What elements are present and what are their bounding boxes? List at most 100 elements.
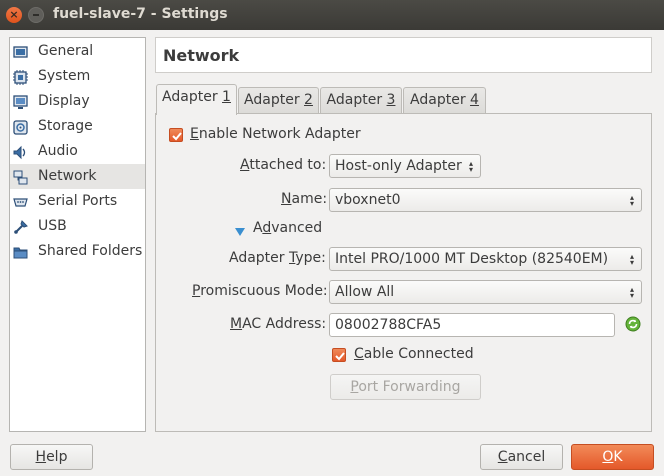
ok-button[interactable]: OK — [571, 444, 654, 470]
display-icon — [13, 94, 28, 109]
sidebar-item-label: Network — [38, 168, 97, 184]
select-value: Intel PRO/1000 MT Desktop (82540EM) — [335, 251, 609, 267]
sidebar-item-serial-ports[interactable]: Serial Ports — [10, 189, 145, 214]
tab-mnemonic: 4 — [470, 92, 479, 108]
label-text: ype: — [295, 250, 326, 266]
tab-adapter-2[interactable]: Adapter 2 — [238, 87, 319, 114]
mnemonic: N — [281, 191, 292, 207]
tab-label: Adapter — [162, 89, 223, 105]
help-button[interactable]: Help — [10, 444, 93, 470]
label-text: elp — [46, 449, 68, 465]
promiscuous-mode-select[interactable]: Allow All ▴ ▾ — [329, 280, 642, 304]
mnemonic: H — [35, 449, 47, 465]
mnemonic: P — [192, 283, 201, 299]
sidebar-item-shared-folders[interactable]: Shared Folders — [10, 239, 145, 264]
tab-mnemonic: 2 — [304, 92, 313, 108]
mac-address-label: MAC Address: — [230, 316, 326, 332]
sidebar-item-label: General — [38, 43, 94, 59]
checkmark-icon — [335, 352, 345, 361]
sidebar-item-system[interactable]: System — [10, 64, 145, 89]
tab-label: Adapter — [326, 92, 387, 108]
minimize-window-button[interactable] — [28, 7, 44, 23]
network-icon — [13, 169, 28, 185]
title-bar: × fuel-slave-7 - Settings — [0, 0, 664, 30]
enable-adapter-checkbox[interactable] — [169, 128, 183, 142]
label-text: K — [613, 449, 623, 465]
mac-address-field[interactable]: 08002788CFA5 — [329, 313, 615, 337]
label-text: nable Network Adapter — [198, 126, 361, 142]
mnemonic: E — [190, 126, 199, 142]
name-label: Name: — [281, 191, 327, 207]
mnemonic: d — [262, 220, 272, 236]
tab-mnemonic: 1 — [222, 89, 231, 105]
tab-adapter-3[interactable]: Adapter 3 — [320, 87, 402, 114]
spinner-icon: ▴ ▾ — [630, 252, 635, 267]
label-text: vanced — [271, 220, 323, 236]
sidebar-item-label: Serial Ports — [38, 193, 118, 209]
checkmark-icon — [172, 132, 182, 141]
sidebar-item-label: Shared Folders — [38, 243, 143, 259]
label-text: Adapter — [229, 250, 289, 266]
system-icon — [13, 69, 28, 85]
label-text: A — [253, 220, 263, 236]
tab-adapter-4[interactable]: Adapter 4 — [403, 87, 486, 114]
spinner-icon: ▴ ▾ — [630, 285, 635, 300]
port-forwarding-button[interactable]: Port Forwarding — [330, 374, 481, 400]
shared-folders-icon — [13, 244, 28, 259]
select-value: Host-only Adapter — [335, 158, 462, 174]
general-icon — [13, 44, 28, 59]
advanced-toggle[interactable]: Advanced — [253, 220, 322, 236]
expand-triangle-icon[interactable] — [235, 224, 245, 236]
label-text: romiscuous Mode: — [200, 283, 328, 299]
storage-icon — [13, 119, 28, 135]
label-text: ame: — [291, 191, 328, 207]
mnemonic: O — [602, 449, 614, 465]
sidebar-item-label: Storage — [38, 118, 93, 134]
tab-mnemonic: 3 — [386, 92, 396, 108]
sidebar-item-general[interactable]: General — [10, 39, 145, 64]
adapter-type-label: Adapter Type: — [229, 250, 326, 266]
mnemonic: C — [497, 449, 508, 465]
label-text: able Connected — [363, 346, 474, 362]
cancel-button[interactable]: Cancel — [480, 444, 563, 470]
tab-adapter-1[interactable]: Adapter 1 — [156, 84, 237, 115]
cable-connected-checkbox[interactable] — [332, 348, 346, 362]
label-text: ttached to: — [249, 157, 327, 173]
promiscuous-mode-label: Promiscuous Mode: — [192, 283, 328, 299]
mnemonic: A — [240, 157, 250, 173]
sidebar-item-audio[interactable]: Audio — [10, 139, 145, 164]
label-text: AC Address: — [242, 316, 327, 332]
sidebar-item-usb[interactable]: USB — [10, 214, 145, 239]
sidebar-item-label: Audio — [38, 143, 78, 159]
sidebar-item-network[interactable]: Network — [10, 164, 145, 189]
sidebar-item-label: USB — [38, 218, 67, 234]
spinner-icon: ▴ ▾ — [630, 193, 635, 208]
usb-icon — [13, 219, 28, 234]
page-title: Network — [155, 37, 652, 73]
serial-ports-icon — [13, 194, 28, 209]
tab-label: Adapter — [244, 92, 305, 108]
sidebar-item-label: Display — [38, 93, 90, 109]
select-value: vboxnet0 — [335, 192, 401, 208]
sidebar-item-label: System — [38, 68, 91, 84]
tab-label: Adapter — [410, 92, 471, 108]
spinner-icon: ▴ ▾ — [469, 159, 474, 174]
sidebar-item-storage[interactable]: Storage — [10, 114, 145, 139]
attached-to-label: Attached to: — [240, 157, 326, 173]
label-text: ort Forwarding — [358, 379, 461, 395]
audio-icon — [13, 144, 28, 160]
refresh-mac-icon[interactable] — [625, 316, 641, 332]
select-value: Allow All — [335, 284, 395, 300]
cable-connected-label[interactable]: Cable Connected — [354, 346, 474, 362]
mnemonic: C — [354, 346, 364, 362]
attached-to-select[interactable]: Host-only Adapter ▴ ▾ — [329, 154, 481, 178]
settings-sidebar: General System Display Storage Audio Net… — [9, 37, 146, 432]
close-window-button[interactable]: × — [6, 7, 22, 23]
mnemonic: M — [230, 316, 243, 332]
adapter-type-select[interactable]: Intel PRO/1000 MT Desktop (82540EM) ▴ ▾ — [329, 247, 642, 271]
enable-adapter-label[interactable]: Enable Network Adapter — [190, 126, 361, 142]
label-text: ancel — [507, 449, 546, 465]
window-title: fuel-slave-7 - Settings — [53, 6, 228, 22]
name-select[interactable]: vboxnet0 ▴ ▾ — [329, 188, 642, 212]
sidebar-item-display[interactable]: Display — [10, 89, 145, 114]
